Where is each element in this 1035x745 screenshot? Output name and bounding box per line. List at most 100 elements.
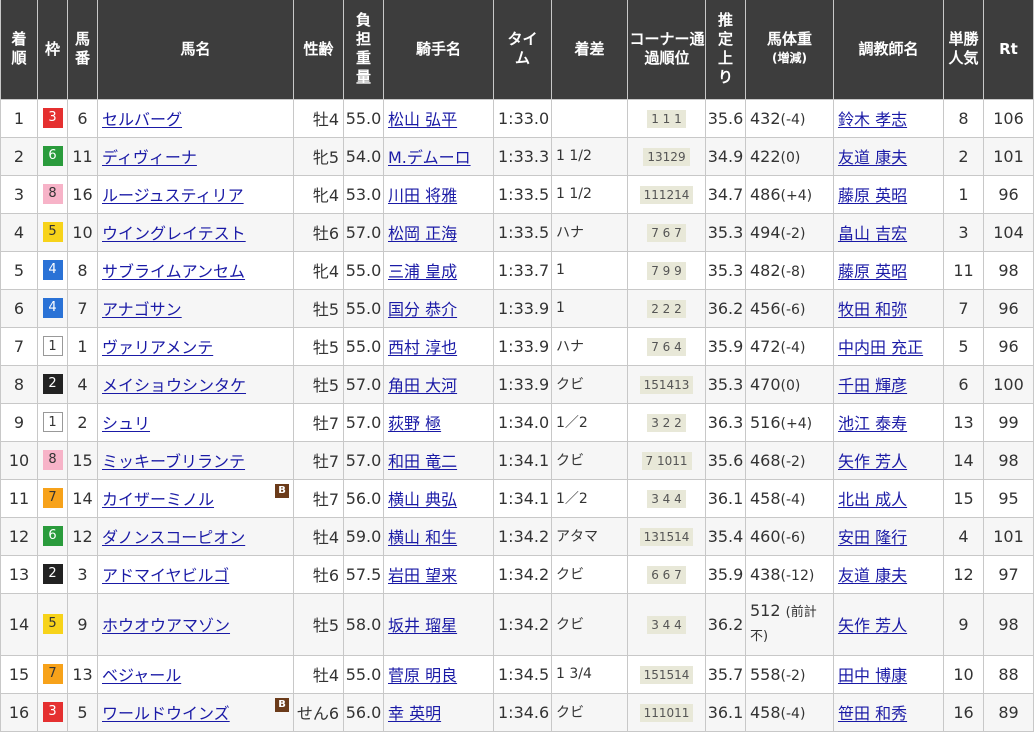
trainer-link[interactable]: 友道 康夫 — [838, 148, 907, 167]
jockey-link[interactable]: 川田 将雅 — [388, 186, 457, 205]
horse-link[interactable]: シュリ — [102, 414, 150, 433]
corner-cell: 3 4 4 — [627, 592, 706, 656]
horse-link[interactable]: ミッキーブリランテ — [102, 452, 245, 471]
jockey-link[interactable]: 坂井 瑠星 — [388, 616, 457, 635]
horse-link[interactable]: ベジャール — [102, 666, 181, 685]
table-row: 14 5 9 ホウオウアマゾン 牡5 58.0 坂井 瑠星 1:34.2 クビ 3 4 4 36.2… — [0, 592, 1034, 656]
frame-badge: 2 — [42, 374, 63, 395]
trainer-link[interactable]: 中内田 充正 — [838, 338, 923, 357]
number-cell: 13 — [67, 654, 98, 694]
trainer-link[interactable]: 牧田 和弥 — [838, 300, 907, 319]
trainer-link[interactable]: 鈴木 孝志 — [838, 110, 907, 129]
jockey-link[interactable]: 岩田 望来 — [388, 566, 457, 585]
body-weight-cell: 456(-6) — [745, 288, 834, 328]
horse-link[interactable]: サブライムアンセム — [102, 262, 245, 281]
trainer-link[interactable]: 矢作 芳人 — [838, 452, 907, 471]
horse-link[interactable]: アドマイヤビルゴ — [102, 566, 229, 585]
frame-cell: 8 — [37, 174, 68, 214]
time-cell: 1:34.1 — [493, 440, 552, 480]
trainer-link[interactable]: 安田 隆行 — [838, 528, 907, 547]
horse-cell: カイザーミノル B — [97, 478, 294, 518]
margin-cell: ハナ — [551, 326, 628, 366]
horse-cell: ホウオウアマゾン — [97, 592, 294, 656]
jockey-link[interactable]: 幸 英明 — [388, 704, 441, 723]
frame-cell: 6 — [37, 136, 68, 176]
horse-link[interactable]: ホウオウアマゾン — [102, 616, 230, 635]
trainer-link[interactable]: 千田 輝彦 — [838, 376, 907, 395]
horse-link[interactable]: アナゴサン — [102, 300, 182, 319]
horse-link[interactable]: ウイングレイテスト — [102, 224, 246, 243]
jockey-cell: 国分 恭介 — [383, 288, 494, 328]
trainer-cell: 千田 輝彦 — [833, 364, 944, 404]
horse-link[interactable]: ヴァリアメンテ — [102, 338, 213, 357]
trainer-link[interactable]: 田中 博康 — [838, 666, 907, 685]
frame-cell: 2 — [37, 364, 68, 404]
trainer-link[interactable]: 藤原 英昭 — [838, 186, 907, 205]
trainer-cell: 鈴木 孝志 — [833, 98, 944, 138]
popularity-cell: 12 — [943, 554, 984, 594]
trainer-link[interactable]: 笹田 和秀 — [838, 704, 907, 723]
body-weight-cell: 422(0) — [745, 136, 834, 176]
margin-cell — [551, 98, 628, 138]
jockey-link[interactable]: 和田 竜二 — [388, 452, 457, 471]
horse-link[interactable]: ディヴィーナ — [102, 148, 197, 167]
rating-cell: 96 — [983, 174, 1034, 214]
last-cell: 35.9 — [705, 554, 746, 594]
trainer-cell: 安田 隆行 — [833, 516, 944, 556]
weight-cell: 54.0 — [343, 136, 384, 176]
jockey-link[interactable]: 角田 大河 — [388, 376, 457, 395]
trainer-link[interactable]: 北出 成人 — [838, 490, 907, 509]
sex-age-cell: 牡5 — [293, 288, 344, 328]
trainer-link[interactable]: 藤原 英昭 — [838, 262, 907, 281]
jockey-link[interactable]: 松岡 正海 — [388, 224, 457, 243]
rating-cell: 95 — [983, 478, 1034, 518]
jockey-cell: 三浦 皇成 — [383, 250, 494, 290]
jockey-link[interactable]: 横山 典弘 — [388, 490, 457, 509]
corner-badge: 3 2 2 — [647, 413, 686, 432]
weight-cell: 59.0 — [343, 516, 384, 556]
jockey-link[interactable]: 国分 恭介 — [388, 300, 457, 319]
body-weight-cell: 516(+4) — [745, 402, 834, 442]
horse-link[interactable]: ルージュスティリア — [102, 186, 244, 205]
trainer-link[interactable]: 友道 康夫 — [838, 566, 907, 585]
rating-cell: 104 — [983, 212, 1034, 252]
horse-link[interactable]: メイショウシンタケ — [102, 376, 246, 395]
rating-cell: 97 — [983, 554, 1034, 594]
rating-cell: 98 — [983, 250, 1034, 290]
jockey-link[interactable]: 松山 弘平 — [388, 110, 457, 129]
horse-link[interactable]: セルバーグ — [102, 110, 182, 129]
trainer-cell: 牧田 和弥 — [833, 288, 944, 328]
body-weight-cell: 482(-8) — [745, 250, 834, 290]
rank-cell: 4 — [0, 212, 38, 252]
horse-link[interactable]: ワールドウインズ — [102, 704, 230, 723]
margin-cell: 1 1/2 — [551, 174, 628, 214]
jockey-link[interactable]: 菅原 明良 — [388, 666, 457, 685]
jockey-cell: 坂井 瑠星 — [383, 592, 494, 656]
trainer-link[interactable]: 池江 泰寿 — [838, 414, 907, 433]
jockey-link[interactable]: M.デムーロ — [388, 148, 471, 167]
time-cell: 1:33.5 — [493, 212, 552, 252]
body-weight-cell: 558(-2) — [745, 654, 834, 694]
rank-cell: 5 — [0, 250, 38, 290]
last-cell: 35.4 — [705, 516, 746, 556]
weight-cell: 55.0 — [343, 326, 384, 366]
last-cell: 35.9 — [705, 326, 746, 366]
horse-link[interactable]: ダノンスコーピオン — [102, 528, 245, 547]
frame-badge: 1 — [42, 336, 63, 357]
frame-badge: 1 — [42, 412, 63, 433]
jockey-link[interactable]: 三浦 皇成 — [388, 262, 457, 281]
header-last: 推定上り — [705, 0, 746, 100]
frame-cell: 4 — [37, 250, 68, 290]
corner-cell: 7 9 9 — [627, 250, 706, 290]
jockey-link[interactable]: 荻野 極 — [388, 414, 441, 433]
header-rank: 着順 — [0, 0, 38, 100]
jockey-link[interactable]: 横山 和生 — [388, 528, 457, 547]
trainer-link[interactable]: 畠山 吉宏 — [838, 224, 907, 243]
sex-age-cell: 牡4 — [293, 654, 344, 694]
trainer-link[interactable]: 矢作 芳人 — [838, 616, 907, 635]
jockey-link[interactable]: 西村 淳也 — [388, 338, 457, 357]
horse-link[interactable]: カイザーミノル — [102, 490, 214, 509]
corner-badge: 7 6 7 — [647, 223, 686, 242]
table-row: 10 8 15 ミッキーブリランテ 牡7 57.0 和田 竜二 1:34.1 クビ 7 1011 3… — [0, 440, 1034, 480]
table-row: 12 6 12 ダノンスコーピオン 牡4 59.0 横山 和生 1:34.2 アタマ 131514… — [0, 516, 1034, 556]
